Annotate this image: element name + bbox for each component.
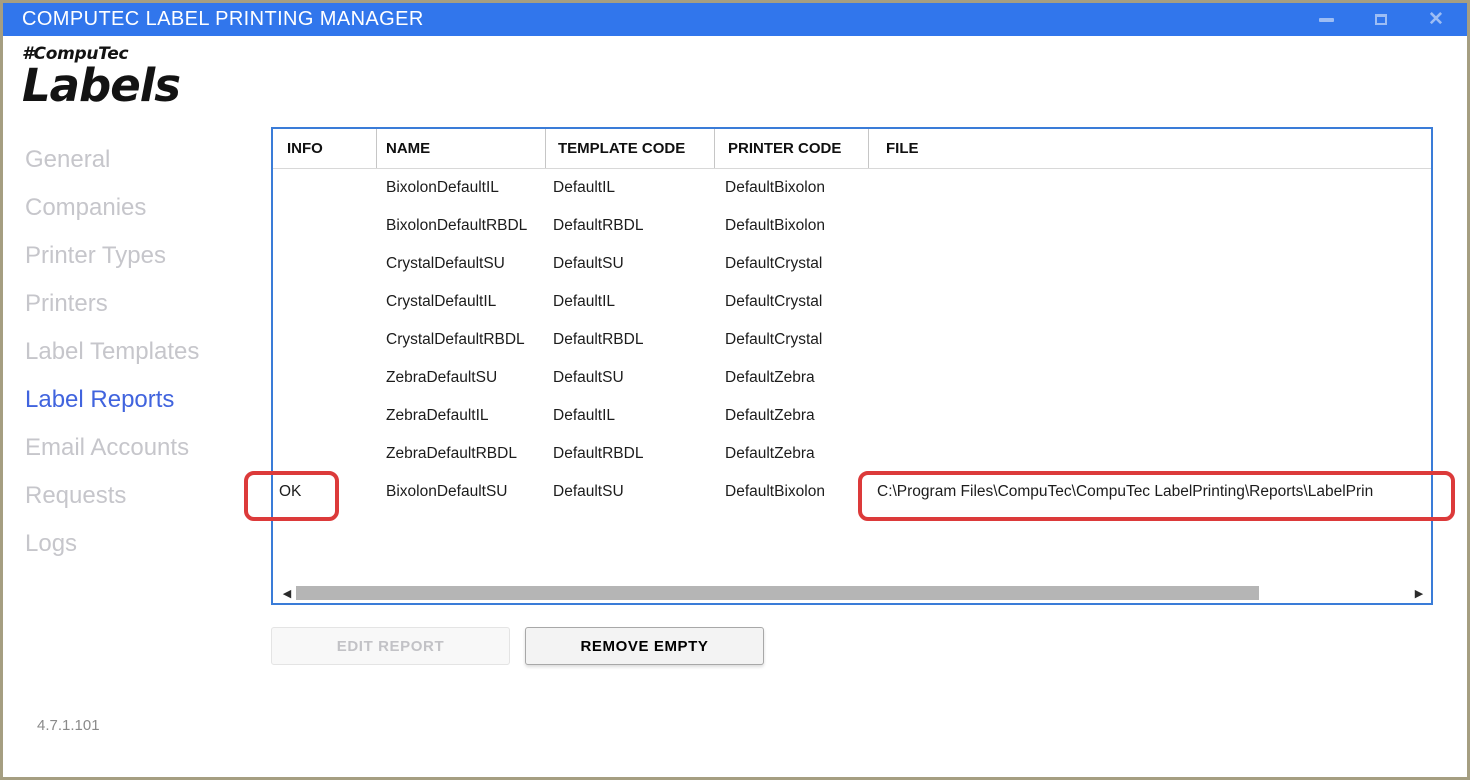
table-row[interactable]: ZebraDefaultRBDL DefaultRBDL DefaultZebr… (273, 435, 1431, 473)
table-row-bixolon-default-su[interactable]: OK BixolonDefaultSU DefaultSU DefaultBix… (273, 473, 1431, 511)
sidebar-item-requests[interactable]: Requests (25, 472, 199, 520)
app-window: COMPUTEC LABEL PRINTING MANAGER ✕ #Compu… (0, 0, 1470, 780)
table-header-row: INFO NAME TEMPLATE CODE PRINTER CODE FIL… (273, 129, 1431, 169)
table-row[interactable]: BixolonDefaultIL DefaultIL DefaultBixolo… (273, 169, 1431, 207)
edit-report-button[interactable]: EDIT REPORT (271, 627, 510, 665)
remove-empty-button[interactable]: REMOVE EMPTY (525, 627, 764, 665)
cell-template-code: DefaultRBDL (546, 331, 715, 349)
cell-name: ZebraDefaultSU (377, 369, 546, 387)
cell-printer-code: DefaultZebra (715, 407, 869, 425)
cell-printer-code: DefaultCrystal (715, 293, 869, 311)
cell-printer-code: DefaultZebra (715, 445, 869, 463)
cell-template-code: DefaultSU (546, 483, 715, 501)
cell-template-code: DefaultRBDL (546, 217, 715, 235)
maximize-icon (1375, 14, 1387, 25)
minimize-icon (1319, 18, 1334, 22)
sidebar-item-email-accounts[interactable]: Email Accounts (25, 424, 199, 472)
table-row[interactable]: ZebraDefaultIL DefaultIL DefaultZebra (273, 397, 1431, 435)
close-button[interactable]: ✕ (1427, 11, 1445, 29)
table-row[interactable]: CrystalDefaultSU DefaultSU DefaultCrysta… (273, 245, 1431, 283)
close-icon: ✕ (1428, 10, 1444, 29)
sidebar-nav: General Companies Printer Types Printers… (25, 136, 199, 568)
column-header-file[interactable]: FILE (869, 129, 1431, 168)
cell-file-path: C:\Program Files\CompuTec\CompuTec Label… (869, 483, 1431, 501)
column-header-template-code[interactable]: TEMPLATE CODE (546, 129, 715, 168)
label-reports-table: INFO NAME TEMPLATE CODE PRINTER CODE FIL… (271, 127, 1433, 605)
cell-template-code: DefaultSU (546, 255, 715, 273)
cell-name: BixolonDefaultIL (377, 179, 546, 197)
cell-name: ZebraDefaultIL (377, 407, 546, 425)
sidebar-item-printer-types[interactable]: Printer Types (25, 232, 199, 280)
cell-name: BixolonDefaultSU (377, 483, 546, 501)
sidebar-item-printers[interactable]: Printers (25, 280, 199, 328)
minimize-button[interactable] (1317, 11, 1335, 29)
column-header-name[interactable]: NAME (377, 129, 546, 168)
sidebar-item-label-reports[interactable]: Label Reports (25, 376, 199, 424)
cell-printer-code: DefaultZebra (715, 369, 869, 387)
horizontal-scrollbar[interactable]: ◀ ▶ (274, 585, 1430, 601)
table-row[interactable]: CrystalDefaultRBDL DefaultRBDL DefaultCr… (273, 321, 1431, 359)
sidebar-item-companies[interactable]: Companies (25, 184, 199, 232)
scroll-left-arrow-icon[interactable]: ◀ (280, 586, 294, 600)
cell-printer-code: DefaultCrystal (715, 331, 869, 349)
titlebar: COMPUTEC LABEL PRINTING MANAGER ✕ (3, 3, 1467, 36)
cell-template-code: DefaultSU (546, 369, 715, 387)
app-logo: #CompuTec Labels (22, 44, 180, 109)
cell-template-code: DefaultIL (546, 179, 715, 197)
cell-info-ok: OK (273, 483, 377, 501)
sidebar-item-label-templates[interactable]: Label Templates (25, 328, 199, 376)
scrollbar-thumb[interactable] (296, 586, 1259, 600)
cell-template-code: DefaultRBDL (546, 445, 715, 463)
cell-printer-code: DefaultBixolon (715, 217, 869, 235)
cell-printer-code: DefaultBixolon (715, 483, 869, 501)
logo-product-text: Labels (22, 62, 180, 109)
column-header-info[interactable]: INFO (273, 129, 377, 168)
table-row[interactable]: ZebraDefaultSU DefaultSU DefaultZebra (273, 359, 1431, 397)
cell-printer-code: DefaultBixolon (715, 179, 869, 197)
cell-template-code: DefaultIL (546, 293, 715, 311)
table-row[interactable]: BixolonDefaultRBDL DefaultRBDL DefaultBi… (273, 207, 1431, 245)
sidebar-item-general[interactable]: General (25, 136, 199, 184)
maximize-button[interactable] (1372, 11, 1390, 29)
cell-name: ZebraDefaultRBDL (377, 445, 546, 463)
window-controls: ✕ (1317, 11, 1453, 29)
scroll-right-arrow-icon[interactable]: ▶ (1412, 586, 1426, 600)
column-header-printer-code[interactable]: PRINTER CODE (715, 129, 869, 168)
cell-template-code: DefaultIL (546, 407, 715, 425)
table-row[interactable]: CrystalDefaultIL DefaultIL DefaultCrysta… (273, 283, 1431, 321)
app-version: 4.7.1.101 (37, 717, 100, 734)
cell-name: CrystalDefaultSU (377, 255, 546, 273)
window-title: COMPUTEC LABEL PRINTING MANAGER (22, 8, 424, 31)
cell-printer-code: DefaultCrystal (715, 255, 869, 273)
cell-name: BixolonDefaultRBDL (377, 217, 546, 235)
cell-name: CrystalDefaultIL (377, 293, 546, 311)
cell-name: CrystalDefaultRBDL (377, 331, 546, 349)
sidebar-item-logs[interactable]: Logs (25, 520, 199, 568)
